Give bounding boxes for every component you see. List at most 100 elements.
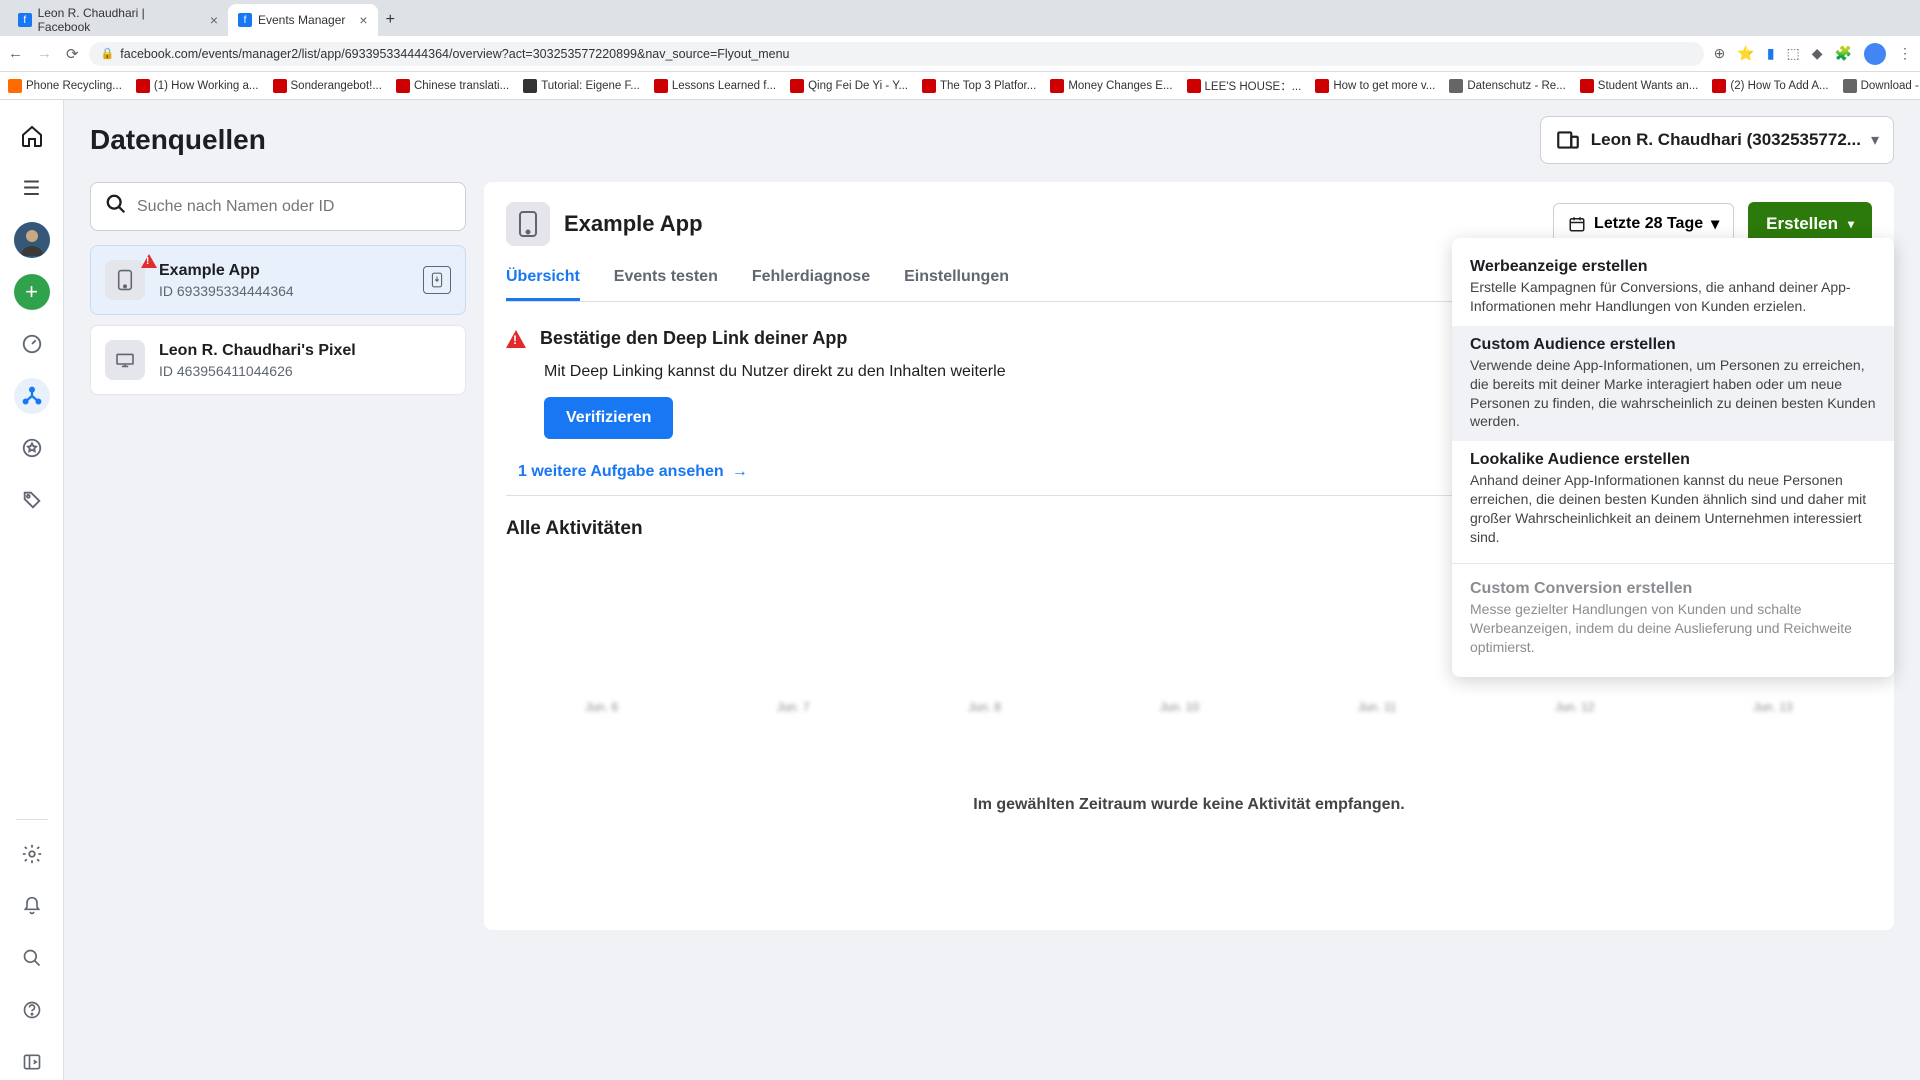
new-tab-button[interactable]: +	[378, 7, 403, 33]
dropdown-item[interactable]: Custom Audience erstellen Verwende deine…	[1452, 326, 1894, 442]
xaxis-tick: Jun. 11	[1358, 700, 1396, 714]
tab-item[interactable]: Fehlerdiagnose	[752, 256, 870, 301]
star-icon[interactable]	[14, 430, 50, 466]
bookmark-item[interactable]: Datenschutz - Re...	[1449, 79, 1565, 93]
business-icon	[1555, 127, 1581, 153]
dropdown-item-desc: Verwende deine App-Informationen, um Per…	[1470, 356, 1876, 432]
calendar-icon	[1568, 215, 1586, 233]
xaxis-tick: Jun. 7	[777, 700, 810, 714]
xaxis-tick: Jun. 10	[1160, 700, 1199, 714]
bookmark-item[interactable]: Money Changes E...	[1050, 79, 1172, 93]
menu-icon[interactable]: ⋮	[1898, 45, 1912, 62]
xaxis-tick: Jun. 8	[968, 700, 1001, 714]
bookmark-item[interactable]: LEE'S HOUSE：...	[1187, 78, 1302, 94]
facebook-icon: f	[238, 13, 252, 27]
bookmark-item[interactable]: Download - Cooki...	[1843, 79, 1920, 93]
add-button[interactable]: +	[14, 274, 50, 310]
dropdown-item-title: Lookalike Audience erstellen	[1470, 451, 1876, 469]
xaxis-tick: Jun. 6	[585, 700, 618, 714]
ds-id: ID 693395334444364	[159, 283, 409, 299]
ds-id: ID 463956411044626	[159, 363, 451, 379]
help-icon[interactable]	[14, 992, 50, 1028]
search-icon[interactable]	[14, 940, 50, 976]
bookmark-item[interactable]: Qing Fei De Yi - Y...	[790, 79, 908, 93]
bell-icon[interactable]	[14, 888, 50, 924]
pixel-icon	[105, 340, 145, 380]
collapse-icon[interactable]	[14, 1044, 50, 1080]
back-icon[interactable]: ←	[8, 45, 23, 63]
bookmark-item[interactable]: How to get more v...	[1315, 79, 1435, 93]
dropdown-item-title: Custom Conversion erstellen	[1470, 580, 1876, 598]
tab-title: Events Manager	[258, 13, 345, 27]
connections-icon[interactable]	[14, 378, 50, 414]
translate-icon[interactable]: ⭐	[1737, 45, 1754, 62]
gear-icon[interactable]	[14, 836, 50, 872]
url-text: facebook.com/events/manager2/list/app/69…	[120, 47, 789, 61]
user-avatar[interactable]	[14, 222, 50, 258]
dropdown-item-desc: Erstelle Kampagnen für Conversions, die …	[1470, 278, 1876, 316]
bookmark-item[interactable]: Sonderangebot!...	[273, 79, 382, 93]
bookmark-item[interactable]: Tutorial: Eigene F...	[523, 79, 640, 93]
ext-icon[interactable]: ▮	[1767, 45, 1775, 62]
bookmark-item[interactable]: Phone Recycling...	[8, 79, 122, 93]
lock-icon: 🔒	[101, 47, 115, 60]
ds-name: Example App	[159, 262, 409, 280]
verify-button[interactable]: Verifizieren	[544, 397, 673, 439]
main-panel: Example App Letzte 28 Tage ▾ Erstellen ▾…	[484, 182, 1894, 930]
datasource-item[interactable]: Example App ID 693395334444364	[90, 245, 466, 315]
more-tasks-label: 1 weitere Aufgabe ansehen	[518, 463, 724, 481]
datasource-item[interactable]: Leon R. Chaudhari's Pixel ID 46395641104…	[90, 325, 466, 395]
chevron-down-icon: ▾	[1848, 217, 1854, 231]
dropdown-item: Custom Conversion erstellen Messe geziel…	[1452, 570, 1894, 667]
tab-item[interactable]: Events testen	[614, 256, 718, 301]
ext-icon[interactable]: ◆	[1812, 45, 1823, 62]
app-name: Example App	[564, 211, 1539, 237]
create-dropdown-menu: Werbeanzeige erstellen Erstelle Kampagne…	[1452, 238, 1894, 677]
app-icon	[105, 260, 145, 300]
dropdown-item-title: Werbeanzeige erstellen	[1470, 258, 1876, 276]
tag-icon[interactable]	[14, 482, 50, 518]
tab-item[interactable]: Übersicht	[506, 256, 580, 301]
bookmark-item[interactable]: (1) How Working a...	[136, 79, 259, 93]
bookmark-item[interactable]: Student Wants an...	[1580, 79, 1699, 93]
browser-tab-0[interactable]: f Leon R. Chaudhari | Facebook ×	[8, 4, 228, 36]
toolbar-right: ⊕ ⭐ ▮ ⬚ ◆ 🧩 ⋮	[1714, 43, 1912, 65]
bookmark-item[interactable]: Chinese translati...	[396, 79, 509, 93]
account-name: Leon R. Chaudhari (3032535772...	[1591, 130, 1861, 150]
hamburger-icon[interactable]: ☰	[14, 170, 50, 206]
top-row: Datenquellen Leon R. Chaudhari (30325357…	[90, 116, 1894, 164]
reload-icon[interactable]: ⟳	[66, 45, 79, 63]
forward-icon[interactable]: →	[37, 45, 52, 63]
zoom-icon[interactable]: ⊕	[1714, 45, 1726, 62]
search-input[interactable]	[90, 182, 466, 231]
dropdown-item[interactable]: Lookalike Audience erstellen Anhand dein…	[1452, 441, 1894, 557]
gauge-icon[interactable]	[14, 326, 50, 362]
bookmark-item[interactable]: The Top 3 Platfor...	[922, 79, 1036, 93]
bookmark-item[interactable]: (2) How To Add A...	[1712, 79, 1828, 93]
home-icon[interactable]	[14, 118, 50, 154]
ds-name: Leon R. Chaudhari's Pixel	[159, 342, 451, 360]
account-dropdown[interactable]: Leon R. Chaudhari (3032535772... ▾	[1540, 116, 1894, 164]
download-icon[interactable]	[423, 266, 451, 294]
dropdown-item[interactable]: Werbeanzeige erstellen Erstelle Kampagne…	[1452, 248, 1894, 326]
search-field[interactable]	[137, 198, 451, 216]
xaxis-tick: Jun. 13	[1753, 700, 1792, 714]
ext-icon[interactable]: 🧩	[1835, 45, 1852, 62]
close-icon[interactable]: ×	[359, 12, 367, 28]
dropdown-item-title: Custom Audience erstellen	[1470, 336, 1876, 354]
browser-tab-1[interactable]: f Events Manager ×	[228, 4, 378, 36]
chevron-down-icon: ▾	[1871, 130, 1879, 150]
dropdown-item-desc: Anhand deiner App-Informationen kannst d…	[1470, 471, 1876, 547]
url-field[interactable]: 🔒 facebook.com/events/manager2/list/app/…	[89, 42, 1704, 66]
tab-bar: f Leon R. Chaudhari | Facebook × f Event…	[0, 0, 1920, 36]
arrow-right-icon: →	[732, 463, 748, 481]
ext-icon[interactable]: ⬚	[1787, 45, 1800, 62]
close-icon[interactable]: ×	[210, 12, 218, 28]
browser-chrome: f Leon R. Chaudhari | Facebook × f Event…	[0, 0, 1920, 100]
profile-avatar[interactable]	[1864, 43, 1886, 65]
tab-item[interactable]: Einstellungen	[904, 256, 1009, 301]
page-title: Datenquellen	[90, 124, 266, 156]
activity-chart: Im gewählten Zeitraum wurde keine Aktivi…	[506, 700, 1872, 910]
bookmark-item[interactable]: Lessons Learned f...	[654, 79, 776, 93]
left-nav-rail: ☰ +	[0, 100, 64, 1080]
